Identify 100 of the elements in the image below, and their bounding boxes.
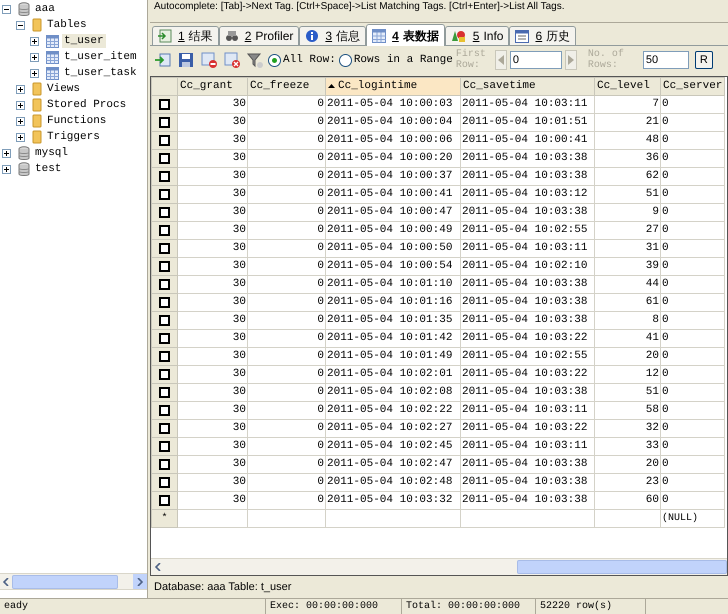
refresh-button[interactable]: R bbox=[694, 51, 713, 69]
table-cell: 0 bbox=[248, 419, 326, 437]
table-cell: 2011-05-04 10:03:38 bbox=[460, 203, 594, 221]
row-checkbox[interactable] bbox=[159, 278, 170, 290]
column-header[interactable]: Cc_server bbox=[660, 78, 724, 95]
binoculars-icon bbox=[224, 29, 239, 43]
row-checkbox[interactable] bbox=[159, 224, 170, 236]
row-checkbox[interactable] bbox=[159, 458, 170, 470]
expand-icon[interactable] bbox=[2, 164, 11, 174]
row-checkbox[interactable] bbox=[159, 332, 170, 344]
tree-item[interactable]: t_user_task bbox=[62, 66, 139, 80]
expand-icon[interactable] bbox=[16, 116, 25, 126]
row-checkbox[interactable] bbox=[159, 476, 170, 488]
column-header[interactable]: Cc_level bbox=[594, 78, 660, 95]
scroll-right-icon[interactable] bbox=[133, 574, 147, 589]
expand-icon[interactable] bbox=[16, 132, 25, 142]
table-cell: 7 bbox=[594, 95, 660, 113]
row-checkbox[interactable] bbox=[159, 440, 170, 452]
expand-icon[interactable] bbox=[30, 68, 39, 78]
radio-label[interactable]: All Row: bbox=[283, 52, 336, 68]
table-cell: 0 bbox=[248, 293, 326, 311]
scroll-thumb[interactable] bbox=[12, 574, 118, 588]
delete-all-icon[interactable] bbox=[222, 52, 242, 68]
tab[interactable]: 2 Profiler bbox=[218, 26, 300, 45]
row-checkbox[interactable] bbox=[159, 188, 170, 200]
row-checkbox[interactable] bbox=[159, 404, 170, 416]
tree-item[interactable]: t_user_item bbox=[62, 50, 139, 64]
row-checkbox[interactable] bbox=[159, 350, 170, 362]
table-cell: 0 bbox=[660, 455, 724, 473]
table-cell: 2011-05-04 10:02:01 bbox=[326, 365, 460, 383]
collapse-icon[interactable] bbox=[2, 4, 11, 14]
column-header[interactable]: Cc_logintime bbox=[326, 78, 460, 95]
collapse-icon[interactable] bbox=[16, 20, 25, 30]
row-checkbox[interactable] bbox=[159, 134, 170, 146]
tree-item[interactable]: Views bbox=[45, 82, 82, 96]
radio-button[interactable] bbox=[338, 54, 352, 66]
radio-button[interactable] bbox=[268, 54, 281, 66]
table-cell: (NULL) bbox=[660, 509, 724, 527]
row-checkbox[interactable] bbox=[159, 152, 170, 164]
tab[interactable]: 3 信息 bbox=[299, 26, 366, 45]
table-cell: 30 bbox=[178, 221, 248, 239]
table-cell: 0 bbox=[660, 221, 724, 239]
table-cell: 0 bbox=[248, 311, 326, 329]
row-checkbox[interactable] bbox=[159, 422, 170, 434]
row-checkbox[interactable] bbox=[159, 314, 170, 326]
row-checkbox[interactable] bbox=[159, 296, 170, 308]
expand-icon[interactable] bbox=[16, 100, 25, 110]
row-checkbox[interactable] bbox=[159, 242, 170, 254]
row-checkbox[interactable] bbox=[159, 368, 170, 380]
row-checkbox[interactable] bbox=[159, 206, 170, 218]
radio-label[interactable]: Rows in a Range bbox=[354, 52, 453, 68]
row-checkbox[interactable] bbox=[159, 116, 170, 128]
table-cell: 27 bbox=[594, 221, 660, 239]
table-cell: 30 bbox=[178, 95, 248, 113]
tree-item[interactable]: test bbox=[33, 162, 64, 176]
tab[interactable]: 4 表数据 bbox=[366, 24, 445, 46]
expand-icon[interactable] bbox=[30, 52, 39, 62]
tree-item[interactable]: Triggers bbox=[45, 130, 102, 144]
table-icon bbox=[372, 28, 386, 42]
filter-icon[interactable] bbox=[245, 52, 265, 68]
delete-row-icon[interactable] bbox=[199, 52, 219, 68]
tree-item[interactable]: Stored Procs bbox=[45, 98, 128, 112]
table-cell: 51 bbox=[594, 185, 660, 203]
row-checkbox[interactable] bbox=[159, 494, 170, 506]
row-checkbox[interactable] bbox=[159, 260, 170, 272]
horizontal-scrollbar[interactable] bbox=[151, 558, 727, 575]
table-cell: 21 bbox=[594, 113, 660, 131]
tree-item[interactable]: t_user bbox=[62, 34, 106, 48]
table-cell: 30 bbox=[178, 275, 248, 293]
tree-item[interactable]: Functions bbox=[45, 114, 108, 128]
column-header[interactable]: Cc_grant bbox=[178, 78, 248, 95]
horizontal-scrollbar[interactable] bbox=[0, 573, 147, 590]
row-checkbox[interactable] bbox=[159, 170, 170, 182]
expand-icon[interactable] bbox=[30, 36, 39, 46]
tree-item[interactable]: aaa bbox=[33, 2, 57, 16]
tab[interactable]: 6 历史 bbox=[509, 26, 576, 45]
expand-icon[interactable] bbox=[2, 148, 11, 158]
row-checkbox[interactable] bbox=[159, 386, 170, 398]
tab[interactable]: 5 Info bbox=[444, 26, 510, 45]
table-cell: 2011-05-04 10:01:16 bbox=[326, 293, 460, 311]
table-cell: 0 bbox=[660, 419, 724, 437]
tree-item[interactable]: mysql bbox=[33, 146, 70, 160]
insert-row-icon[interactable] bbox=[153, 52, 173, 68]
column-header[interactable]: Cc_freeze bbox=[248, 78, 326, 95]
table-cell: 23 bbox=[594, 473, 660, 491]
column-header[interactable]: Cc_savetime bbox=[460, 78, 594, 95]
table-cell: 30 bbox=[178, 455, 248, 473]
table-cell: 30 bbox=[178, 383, 248, 401]
table-cell: 2011-05-04 10:03:38 bbox=[460, 311, 594, 329]
calendar-icon bbox=[515, 29, 530, 43]
row-checkbox[interactable] bbox=[159, 98, 170, 110]
scroll-thumb[interactable] bbox=[517, 560, 727, 574]
table-cell: 30 bbox=[178, 203, 248, 221]
tree-item[interactable]: Tables bbox=[45, 18, 89, 32]
table-cell: 0 bbox=[248, 149, 326, 167]
save-icon[interactable] bbox=[176, 52, 196, 68]
table-cell: 12 bbox=[594, 365, 660, 383]
tab[interactable]: 1 结果 bbox=[152, 26, 219, 45]
expand-icon[interactable] bbox=[16, 84, 25, 94]
table-cell: 2011-05-04 10:03:22 bbox=[460, 329, 594, 347]
